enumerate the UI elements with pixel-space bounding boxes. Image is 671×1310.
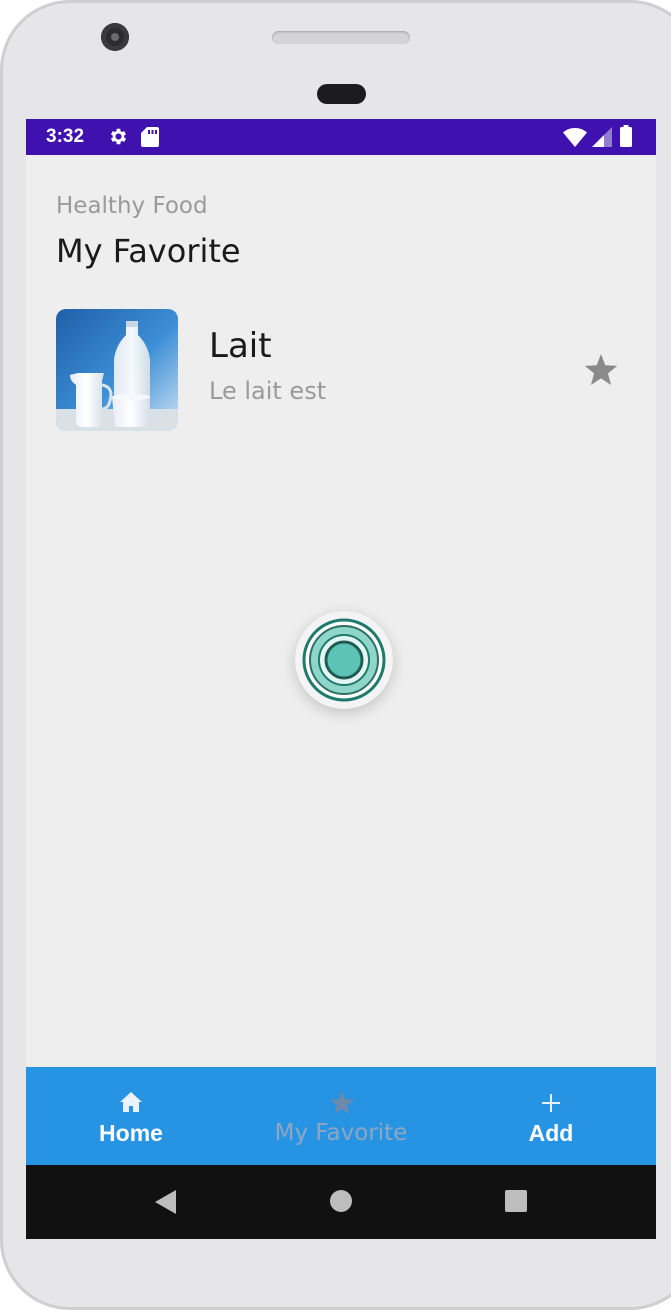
tab-my-favorite-label: My Favorite	[274, 1120, 408, 1146]
back-icon[interactable]	[153, 1188, 177, 1216]
gear-icon	[110, 128, 127, 145]
signal-icon	[592, 127, 612, 147]
system-navigation-bar	[26, 1165, 656, 1239]
battery-icon	[620, 125, 632, 147]
home-icon	[120, 1092, 142, 1112]
page-title: My Favorite	[56, 232, 241, 270]
tab-my-favorite[interactable]: My Favorite	[236, 1067, 446, 1165]
item-description: Le lait est	[209, 377, 327, 405]
front-camera	[101, 23, 129, 51]
page-subtitle: Healthy Food	[56, 193, 208, 219]
loading-spinner-icon	[295, 611, 393, 709]
speaker-grille	[272, 31, 410, 44]
tab-home-label: Home	[99, 1120, 163, 1146]
bottom-navigation: Home My Favorite Add	[26, 1067, 656, 1165]
proximity-sensor	[317, 84, 366, 104]
sd-card-icon	[141, 127, 159, 147]
tab-add-label: Add	[528, 1120, 574, 1146]
item-name: Lait	[209, 326, 272, 366]
wifi-icon	[563, 128, 587, 147]
tab-home[interactable]: Home	[26, 1067, 236, 1165]
tab-add[interactable]: Add	[446, 1067, 656, 1165]
star-icon[interactable]	[583, 354, 619, 388]
app-screen: 3:32 Healthy Food My Favorite Lait Le la…	[26, 119, 656, 1239]
status-time: 3:32	[46, 126, 85, 147]
star-icon	[330, 1091, 354, 1114]
milk-photo	[56, 309, 178, 431]
plus-icon	[542, 1094, 560, 1112]
recents-icon[interactable]	[504, 1189, 528, 1213]
home-circle-icon[interactable]	[329, 1189, 353, 1213]
favorite-list-item[interactable]: Lait Le lait est	[56, 309, 626, 431]
status-bar: 3:32	[26, 119, 656, 155]
